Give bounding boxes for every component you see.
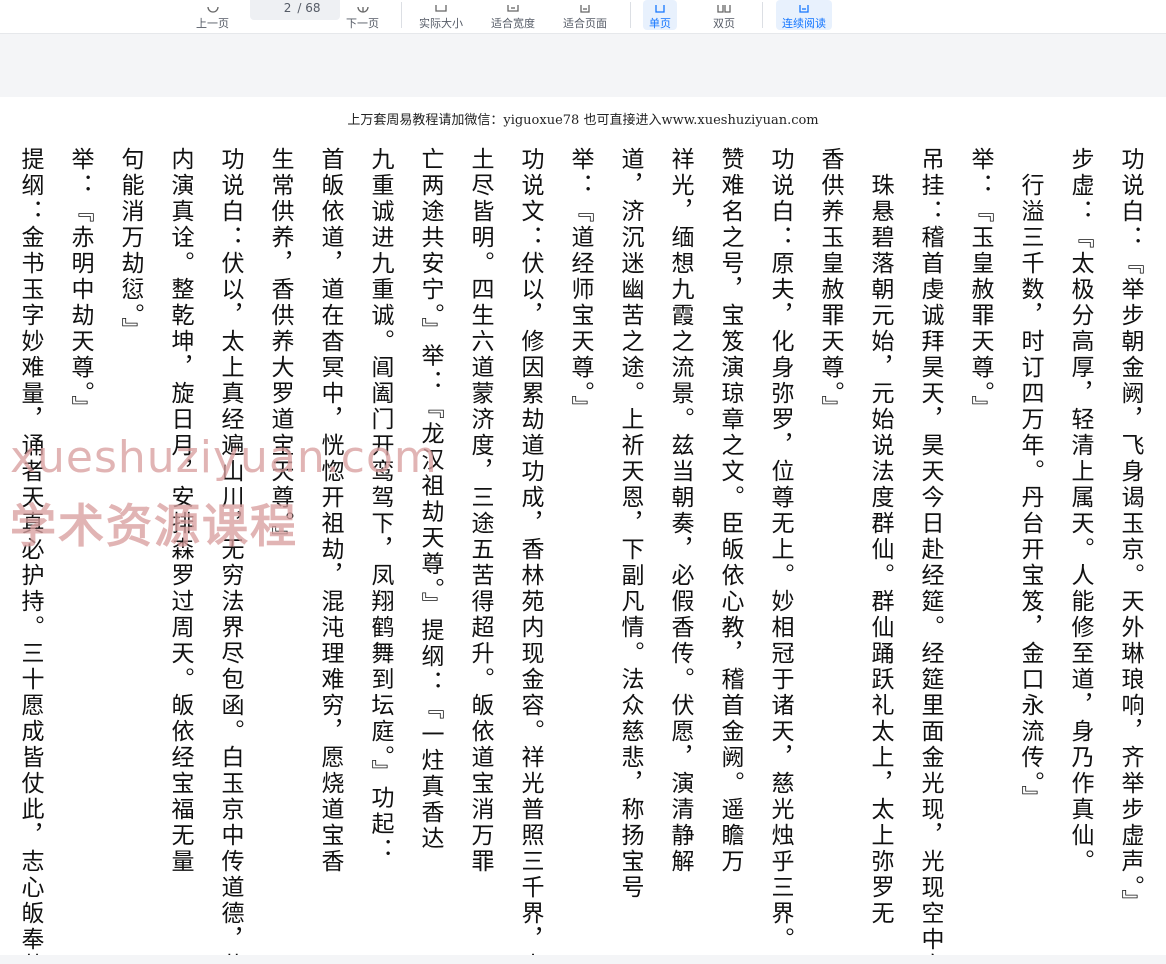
text-column: 功说文：伏以，修因累劫道功成，香林苑内现金容。祥光普照三千界，十 [517,147,543,955]
prev-page-button[interactable]: 上一页 [196,0,229,30]
pdf-toolbar: 上一页 / 68 下一页 实际大小 适合宽度 适合页面 单页 双页 连续阅读 [0,0,1166,34]
double-page-icon [717,5,731,13]
text-column: 道，济沉迷幽苦之途。上祈天恩，下副凡情。法众慈悲，称扬宝号 [617,147,643,901]
next-page-button[interactable]: 下一页 [346,0,379,30]
viewer-bottom-strip [0,955,1166,964]
text-column: 九重诚进九重诚。阊阖门开鸾驾下，凤翔鹤舞到坛庭。』功起： [367,147,393,864]
toolbar-divider [401,2,402,28]
text-column: 举：『玉皇赦罪天尊。』 [967,147,993,422]
text-column: 珠悬碧落朝元始，元始说法度群仙。群仙踊跃礼太上，太上弥罗无 [867,147,893,927]
prev-page-label: 上一页 [196,17,229,30]
arrow-down-icon [356,6,369,13]
fit-width-button[interactable]: 适合宽度 [491,0,535,30]
text-column: 步虚：『太极分高厚，轻清上属天。人能修至道，身乃作真仙。 [1067,147,1093,875]
text-column: 功说白：伏以，太上真经遍山川，无穷法界尽包函。白玉京中传道德，黄 [217,147,243,955]
fit-width-icon [507,5,519,12]
continuous-reading-label: 连续阅读 [782,17,826,30]
text-column: 举：『赤明中劫天尊。』 [67,147,93,422]
text-column: 句能消万劫愆。』 [117,147,143,344]
fit-page-button[interactable]: 适合页面 [563,0,607,30]
text-column: 功说白：原夫，化身弥罗，位尊无上。妙相冠于诸天，慈光烛乎三界。玉 [767,147,793,955]
text-column: 吊挂：稽首虔诚拜昊天，昊天今日赴经筵。经筵里面金光现，光现空中宝 [917,147,943,955]
actual-size-icon [435,5,447,12]
document-page: 上万套周易教程请加微信：yiguoxue78 也可直接进入www.xueshuz… [0,97,1166,955]
text-column: 生常供养，香供养大罗道宝天尊。』 [267,147,293,552]
toolbar-divider [630,2,631,28]
text-column: 举：『道经师宝天尊。』 [567,147,593,422]
page-header: 上万套周易教程请加微信：yiguoxue78 也可直接进入www.xueshuz… [347,113,819,128]
single-page-icon [655,5,665,13]
text-column: 内演真诠。整乾坤，旋日月，安排森罗过周天。皈依经宝福无量 [167,147,193,875]
page-indicator: / 68 [250,0,340,20]
continuous-reading-icon [799,5,809,13]
next-page-label: 下一页 [346,17,379,30]
single-page-button[interactable]: 单页 [643,0,677,30]
text-column: 提纲：金书玉字妙难量，诵者天真必护持。三十愿成皆仗此，志心皈奉莫 [17,147,43,955]
text-column: 功说白：『举步朝金阙，飞身谒玉京。天外琳琅响，齐举步虚声。』 [1117,147,1143,916]
text-column: 首皈依道，道在杳冥中，恍惚开祖劫，混沌理难穷，愿烧道宝香 [317,147,343,875]
double-page-button[interactable]: 双页 [713,0,735,30]
actual-size-label: 实际大小 [419,17,463,30]
fit-width-label: 适合宽度 [491,17,535,30]
text-column: 土尽皆明。四生六道蒙济度，三途五苦得超升。皈依道宝消万罪 [467,147,493,875]
text-column: 亡两途共安宁。』举：『龙汉祖劫天尊。』提纲：『一炷真香达 [417,147,443,852]
toolbar-divider [762,2,763,28]
page-total-label: / 68 [297,1,321,15]
double-page-label: 双页 [713,17,735,30]
text-column: 祥光，缅想九霞之流景。兹当朝奏，必假香传。伏愿，演清静解 [667,147,693,875]
actual-size-button[interactable]: 实际大小 [419,0,463,30]
fit-page-icon [580,5,590,13]
arrow-up-icon [206,6,219,13]
continuous-reading-button[interactable]: 连续阅读 [776,0,832,30]
single-page-label: 单页 [649,17,671,30]
page-number-input[interactable] [269,1,292,15]
fit-page-label: 适合页面 [563,17,607,30]
text-column: 行溢三千数，时订四万年。丹台开宝笈，金口永流传。』 [1017,147,1043,812]
text-column: 赞难名之号，宝笈演琼章之文。臣皈依心教，稽首金阙。遥瞻万 [717,147,743,875]
text-column: 香供养玉皇赦罪天尊。』 [817,147,843,422]
